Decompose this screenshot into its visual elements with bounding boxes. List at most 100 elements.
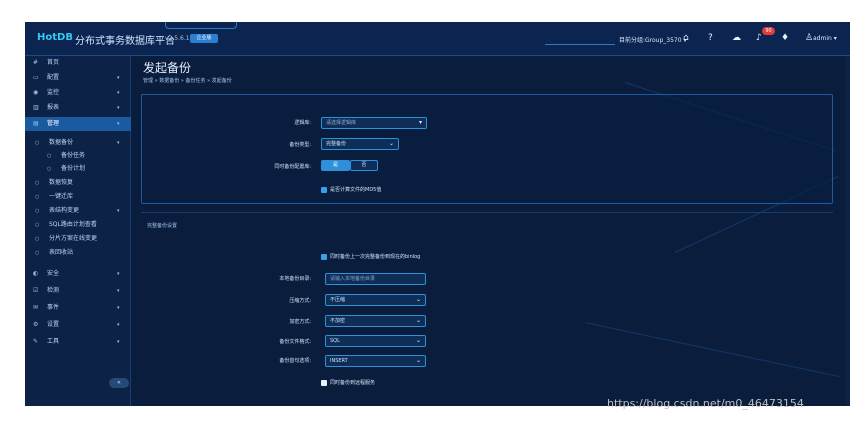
sidebar-item-table-change[interactable]: ○ 表结构变更 ▾ [25,204,131,218]
circle-icon: ○ [35,208,40,214]
sidebar-item-report[interactable]: ▥ 报表 ▾ [25,101,131,115]
sidebar-collapse-button[interactable]: « [109,378,129,388]
shirt-icon[interactable]: ♦ [781,33,789,43]
sidebar-item-label: 安全 [47,270,60,277]
gear-icon: ⚙ [33,321,39,328]
statement-value: INSERT [330,358,348,364]
chevron-down-icon: ▾ [117,90,120,96]
sidebar-item-backup-plan[interactable]: ○ 备份计划 [25,162,131,176]
statement-select[interactable]: INSERT ⌄ [325,355,426,367]
list-icon: ▤ [33,120,39,127]
binlog-checkbox-label: 同时备份上一次完整备份到现在的binlog [330,254,421,260]
file-format-label: 备份文件格式: [279,339,311,345]
chevron-down-icon: ▾ [117,140,120,146]
shield-icon: ◐ [33,270,39,277]
sidebar-item-label: 工具 [47,338,60,345]
sidebar-item-detect[interactable]: ☑ 检测 ▾ [25,284,131,298]
sidebar-item-migrate[interactable]: ○ 一键迁库 [25,190,131,204]
user-icon[interactable]: ♙ [805,33,813,43]
sidebar-item-data-backup[interactable]: ○ 数据备份 ▾ [25,136,131,150]
toggle-yes-button[interactable]: 是 [321,160,350,171]
app-title: 分布式事务数据库平台 [75,36,175,47]
breadcrumb[interactable]: 管理 » 数据备份 » 备份任务 » 发起备份 [143,77,232,84]
sidebar-item-label: 监控 [47,89,60,96]
chevron-down-icon: ▾ [117,121,120,127]
chevron-down-icon: ▾ [117,305,120,311]
sidebar-item-label: 配置 [47,74,60,81]
sidebar-item-label: 报表 [47,104,60,111]
mail-icon: ✉ [33,304,39,311]
chevron-down-icon: ▾ [117,105,120,111]
check-icon: ☑ [33,287,39,294]
compress-select[interactable]: 不压缩 ⌄ [325,294,426,306]
encrypt-label: 加密方式: [289,319,311,325]
home-icon[interactable]: ⌂ [683,33,689,43]
sidebar-item-shard-change[interactable]: ○ 分片方案在线变更 [25,232,131,246]
group-selector[interactable]: 目前分组:Group_3570 ▾ [619,35,686,44]
sidebar-item-events[interactable]: ✉ 事件 ▾ [25,301,131,315]
eye-icon: ◉ [33,89,39,96]
chevron-down-icon: ▾ [117,271,120,277]
sidebar-item-recycle-bin[interactable]: ○ 表回收站 [25,246,131,260]
app-window: HotDB 分布式事务数据库平台 v2.5.6.1 企业版 目前分组:Group… [25,22,850,406]
chevron-down-icon: ⌄ [415,357,421,364]
bell-icon[interactable]: ♪ [756,33,762,43]
circle-icon: ○ [35,180,40,186]
scrollbar[interactable] [846,56,850,406]
chevron-down-icon: ▾ [117,208,120,214]
compress-label: 压缩方式: [289,298,311,304]
sidebar-item-label: 事件 [47,304,60,311]
top-decoration [165,22,237,29]
sidebar-item-label: 备份计划 [61,165,86,172]
sidebar-item-sql-route[interactable]: ○ SQL路由计划查看 [25,218,131,232]
binlog-checkbox[interactable] [321,254,327,260]
chevron-down-icon: ⌄ [415,296,421,303]
version-badge: 企业版 [190,34,218,43]
logic-db-placeholder: 请选择逻辑库 [326,120,357,126]
app-logo: HotDB [37,32,73,43]
compress-value: 不压缩 [330,297,346,303]
wrench-icon: ✎ [33,338,39,345]
monitor-icon: ▭ [33,74,39,81]
sidebar-item-tools[interactable]: ✎ 工具 ▾ [25,335,131,349]
logic-db-label: 逻辑库: [294,120,311,126]
sidebar-item-label: 分片方案在线变更 [49,235,98,242]
md5-checkbox[interactable] [321,187,327,193]
sidebar-item-label: 一键迁库 [49,193,74,200]
chart-icon: ▥ [33,104,39,111]
file-format-select[interactable]: SQL ⌄ [325,335,426,347]
logic-db-select[interactable]: 请选择逻辑库 ▾ [321,117,427,129]
encrypt-select[interactable]: 不加密 ⌄ [325,315,426,327]
remote-backup-checkbox[interactable] [321,380,327,386]
sidebar-item-config[interactable]: ▭ 配置 ▾ [25,71,131,85]
sidebar-item-data-restore[interactable]: ○ 数据恢复 [25,176,131,190]
backup-type-select[interactable]: 完整备份 ⌄ [321,138,399,150]
watermark-text: https://blog.csdn.net/m0_46473154 [607,397,804,410]
toggle-no-button[interactable]: 否 [350,160,378,171]
version-text: v2.5.6.1 [165,35,190,42]
help-icon[interactable]: ? [708,33,713,43]
sidebar-item-label: 数据备份 [49,139,74,146]
sidebar: # 首页 ▭ 配置 ▾ ◉ 监控 ▾ ▥ 报表 ▾ ▤ 管理 ▾ ○ 数据备份 … [25,56,131,406]
sidebar-item-manage[interactable]: ▤ 管理 ▾ [25,117,131,131]
sidebar-item-backup-task[interactable]: ○ 备份任务 [25,149,131,163]
chevron-down-icon: ▾ [117,288,120,294]
sidebar-item-label: SQL路由计划查看 [49,221,97,228]
sidebar-item-monitor[interactable]: ◉ 监控 ▾ [25,86,131,100]
notification-badge: 90 [762,27,775,35]
circle-icon: ○ [47,166,52,172]
bg-decoration [584,322,840,378]
hash-icon: # [33,59,39,66]
user-menu[interactable]: admin ▾ [813,35,837,42]
sidebar-item-label: 设置 [47,321,60,328]
sidebar-item-settings[interactable]: ⚙ 设置 ▾ [25,318,131,332]
sidebar-item-home[interactable]: # 首页 [25,56,131,70]
statement-label: 备份首句选项: [279,358,311,364]
backup-basic-panel [141,94,833,204]
local-dir-input[interactable]: 请输入本地备份目录 [325,273,426,285]
full-backup-section-title: 完整备份设置 [147,223,178,229]
sidebar-item-label: 备份任务 [61,152,86,159]
top-bar: HotDB 分布式事务数据库平台 v2.5.6.1 企业版 目前分组:Group… [25,22,850,56]
cloud-icon[interactable]: ☁ [732,33,741,43]
sidebar-item-security[interactable]: ◐ 安全 ▾ [25,267,131,281]
